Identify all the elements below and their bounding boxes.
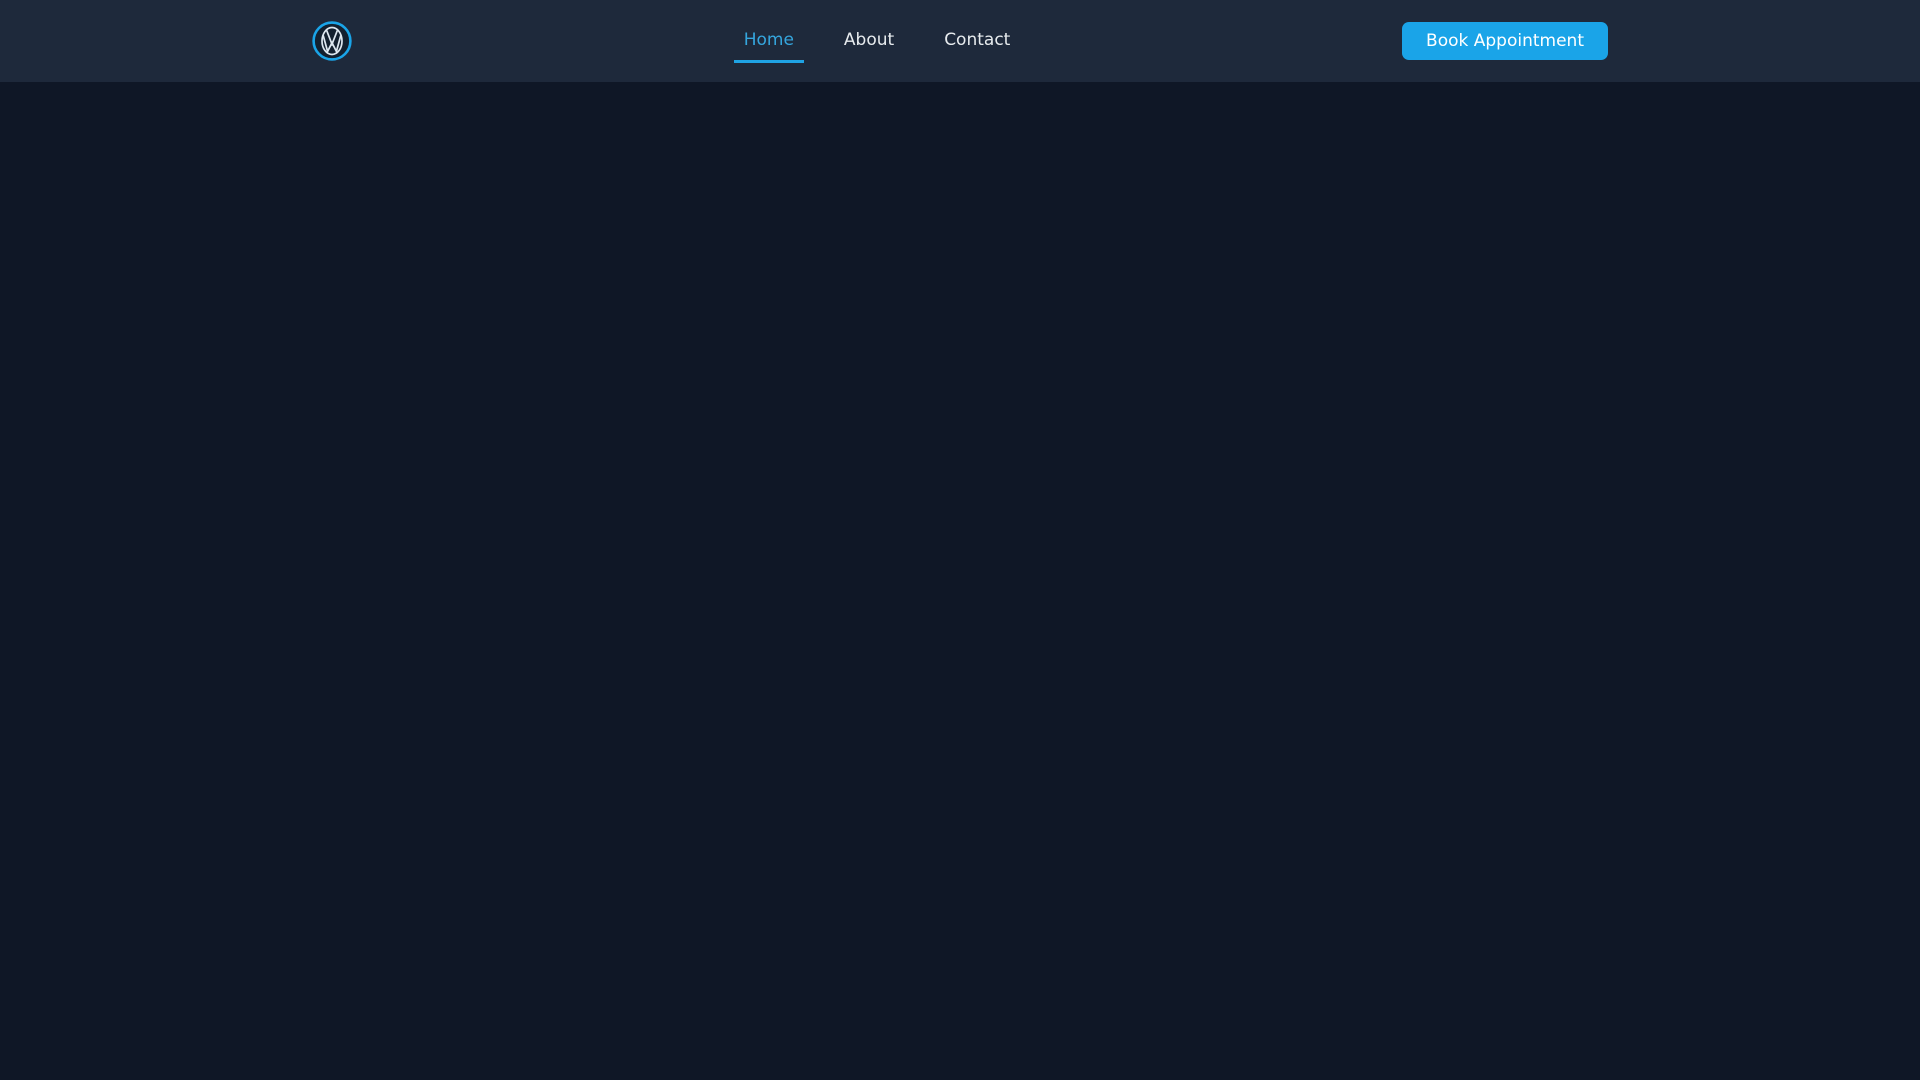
vw-roundel-icon: [312, 21, 352, 61]
brand-logo-link[interactable]: [312, 21, 352, 61]
nav-link-contact[interactable]: Contact: [934, 20, 1020, 63]
nav-link-home[interactable]: Home: [733, 20, 804, 63]
page: Home About Contact Book Appointment: [0, 0, 1920, 1080]
nav-link-about[interactable]: About: [834, 20, 904, 63]
main-nav: Home About Contact: [733, 20, 1021, 63]
page-content: [0, 82, 1920, 1080]
book-appointment-button[interactable]: Book Appointment: [1402, 22, 1608, 60]
top-navbar: Home About Contact Book Appointment: [0, 0, 1920, 82]
